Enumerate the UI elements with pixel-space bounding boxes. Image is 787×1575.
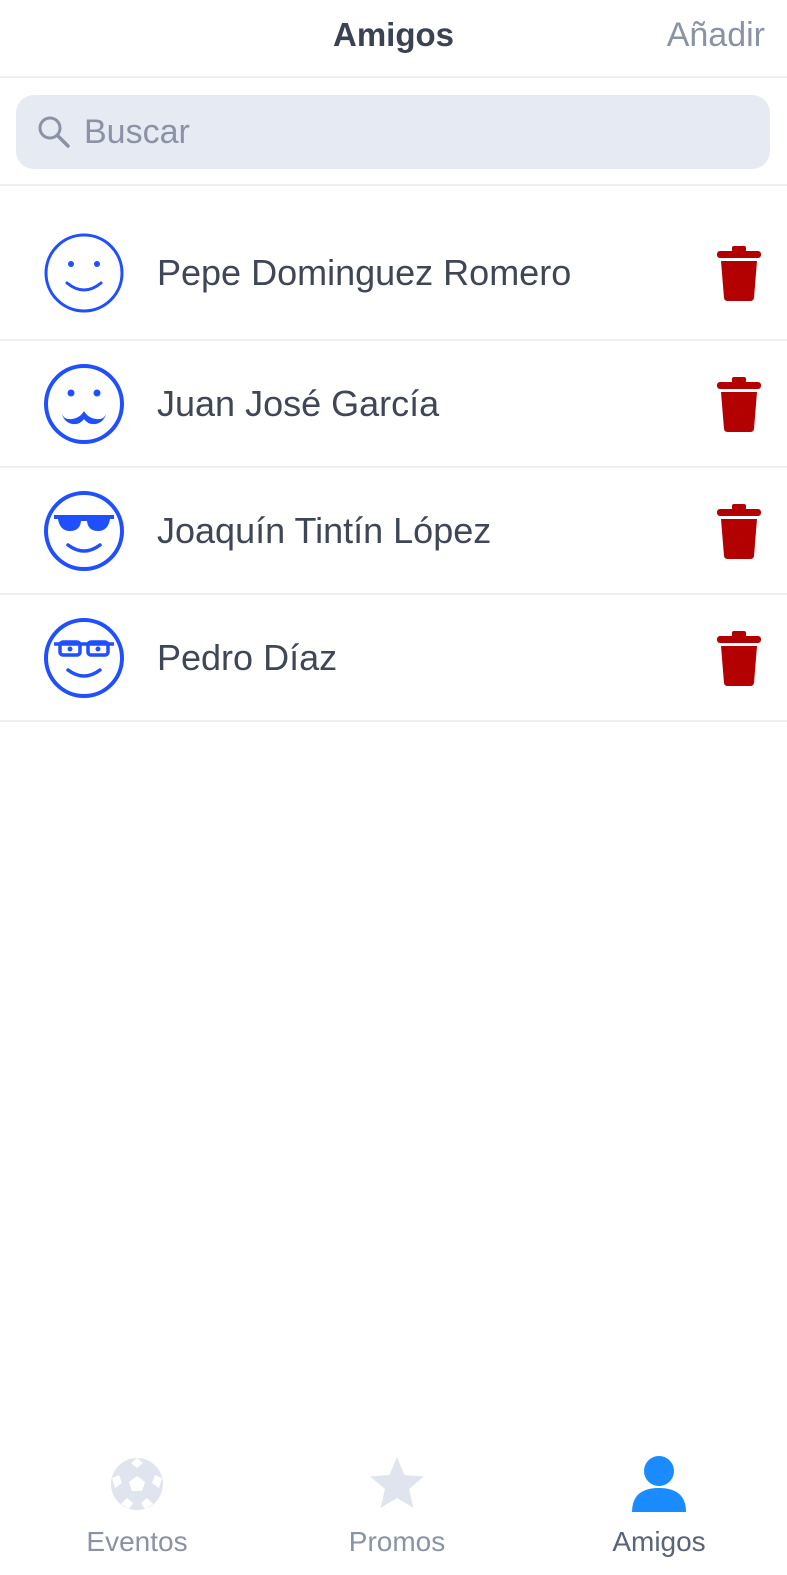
search-box[interactable] [16, 95, 770, 169]
friend-name: Joaquín Tintín López [157, 509, 492, 551]
friends-screen: Amigos Añadir Pep [0, 0, 787, 1575]
friend-name: Pedro Díaz [157, 636, 338, 678]
sunglasses-face-icon [42, 489, 126, 573]
friend-name: Pepe Dominguez Romero [157, 251, 572, 293]
tab-amigos[interactable]: Amigos [528, 1440, 787, 1575]
list-item[interactable]: Pedro Díaz [0, 595, 787, 722]
trash-icon[interactable] [715, 502, 763, 560]
search-icon [36, 114, 72, 150]
mustache-face-icon [42, 362, 126, 446]
trash-icon[interactable] [715, 244, 763, 302]
person-icon [629, 1454, 689, 1514]
list-item[interactable]: Juan José García [0, 341, 787, 468]
tab-bar: Eventos Promos Amigos [0, 1440, 787, 1575]
tab-label: Amigos [612, 1526, 706, 1557]
soccer-ball-icon [107, 1454, 167, 1514]
list-item[interactable]: Pepe Dominguez Romero [0, 206, 787, 341]
smiley-icon [42, 231, 126, 315]
tab-label: Promos [348, 1526, 446, 1557]
nav-header: Amigos Añadir [0, 0, 787, 78]
friend-list: Pepe Dominguez Romero Juan José García J… [0, 206, 787, 722]
trash-icon[interactable] [715, 375, 763, 433]
search-input[interactable] [84, 102, 724, 162]
star-icon [367, 1454, 427, 1514]
tab-promos[interactable]: Promos [266, 1440, 528, 1575]
search-bar [0, 78, 787, 186]
glasses-face-icon [42, 616, 126, 700]
friend-name: Juan José García [157, 382, 440, 424]
add-friend-button[interactable]: Añadir [667, 16, 765, 55]
tab-label: Eventos [86, 1526, 188, 1557]
tab-eventos[interactable]: Eventos [6, 1440, 268, 1575]
list-item[interactable]: Joaquín Tintín López [0, 468, 787, 595]
trash-icon[interactable] [715, 629, 763, 687]
